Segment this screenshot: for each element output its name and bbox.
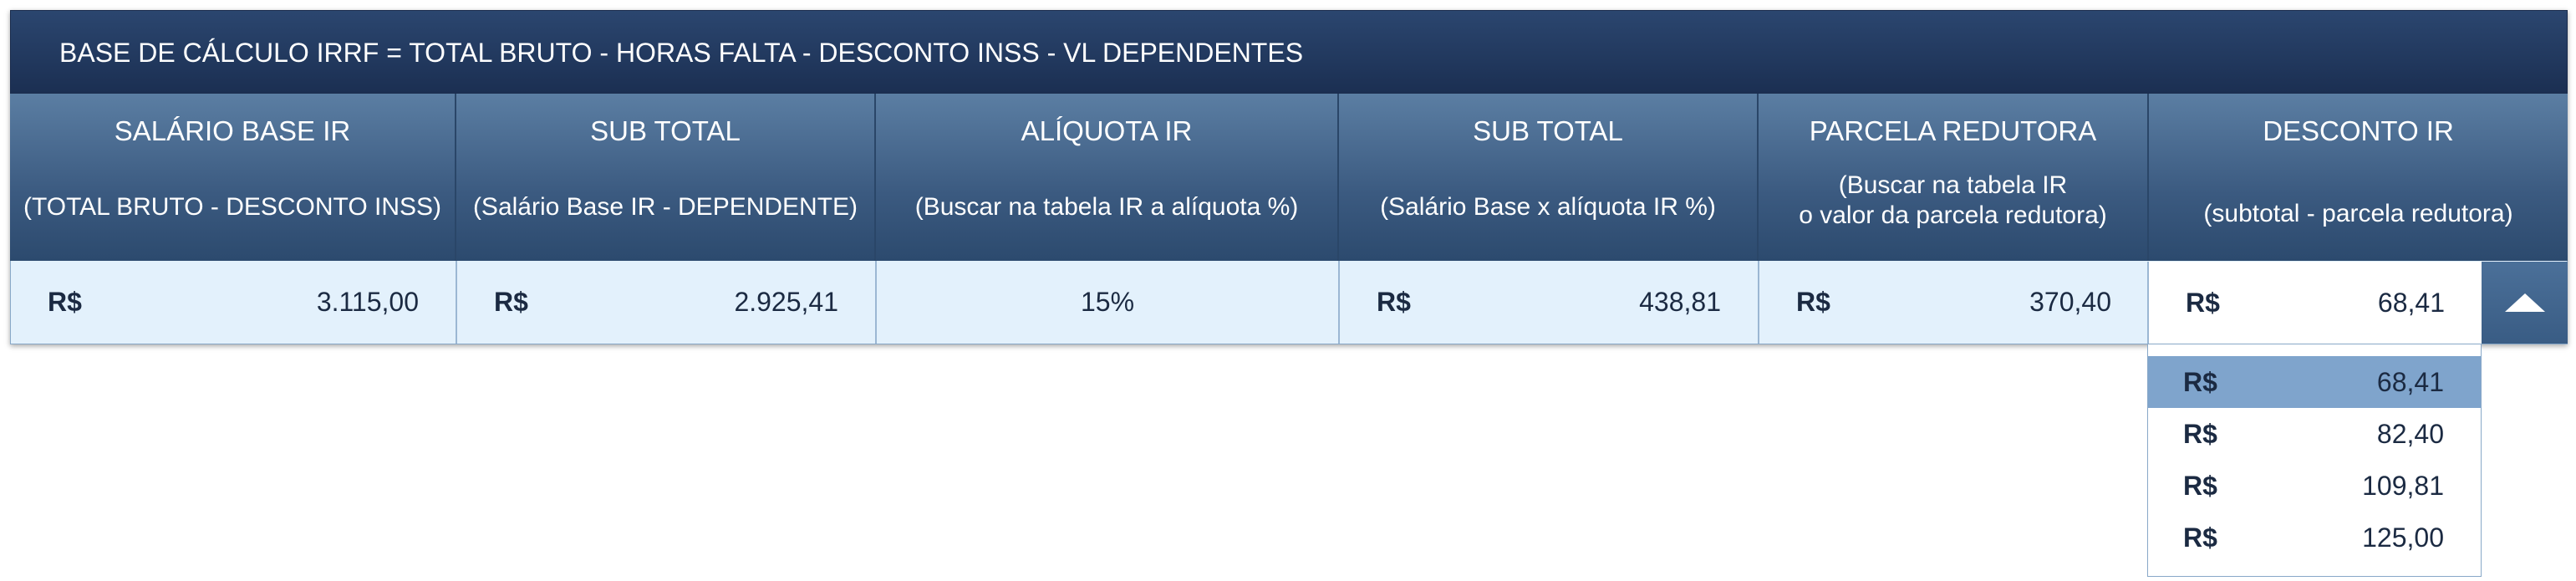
currency-label: R$: [2183, 419, 2217, 449]
header-subtitle: (Buscar na tabela IR o valor da parcela …: [1799, 171, 2107, 229]
value-sub-total-1: R$ 2.925,41: [456, 261, 875, 344]
header-title: SUB TOTAL: [590, 115, 741, 146]
dropdown-option[interactable]: R$ 125,00: [2148, 512, 2481, 563]
header-subtitle: (subtotal - parcela redutora): [2203, 200, 2513, 227]
amount-value: 2.925,41: [734, 287, 838, 317]
currency-label: R$: [1377, 287, 1411, 317]
value-sub-total-2: R$ 438,81: [1338, 261, 1758, 344]
title-bar: BASE DE CÁLCULO IRRF = TOTAL BRUTO - HOR…: [10, 10, 2568, 94]
value-salario-base-ir: R$ 3.115,00: [11, 261, 456, 344]
option-value: 125,00: [2362, 522, 2444, 553]
header-title: ALÍQUOTA IR: [1021, 115, 1193, 146]
currency-label: R$: [2183, 471, 2217, 501]
amount-value: 438,81: [1639, 287, 1721, 317]
dropdown-toggle-button[interactable]: [2482, 262, 2568, 344]
header-sub-total-2: SUB TOTAL (Salário Base x alíquota IR %): [1337, 94, 1757, 261]
selected-value: 68,41: [2377, 288, 2445, 318]
header-parcela-redutora: PARCELA REDUTORA (Buscar na tabela IR o …: [1757, 94, 2147, 261]
percent-value: 15%: [1080, 287, 1135, 317]
dropdown-option[interactable]: R$ 82,40: [2148, 408, 2481, 460]
option-value: 82,40: [2376, 419, 2444, 449]
amount-value: 3.115,00: [316, 287, 419, 317]
header-title: PARCELA REDUTORA: [1809, 115, 2097, 146]
dropdown-option[interactable]: R$ 109,81: [2148, 460, 2481, 512]
header-subtitle: (TOTAL BRUTO - DESCONTO INSS): [23, 193, 442, 221]
header-sub-total-1: SUB TOTAL (Salário Base IR - DEPENDENTE): [455, 94, 874, 261]
value-aliquota-ir: 15%: [875, 261, 1338, 344]
desconto-ir-combobox[interactable]: R$ 68,41: [2147, 262, 2482, 344]
option-value: 109,81: [2362, 471, 2444, 501]
dropdown-option[interactable]: R$ 68,41: [2148, 356, 2481, 408]
header-row: SALÁRIO BASE IR (TOTAL BRUTO - DESCONTO …: [10, 94, 2568, 261]
header-subtitle: (Salário Base x alíquota IR %): [1380, 193, 1716, 221]
header-aliquota-ir: ALÍQUOTA IR (Buscar na tabela IR a alíqu…: [874, 94, 1337, 261]
currency-label: R$: [48, 287, 82, 317]
amount-value: 370,40: [2029, 287, 2111, 317]
option-value: 68,41: [2376, 367, 2444, 397]
triangle-up-icon: [2505, 293, 2545, 312]
panel-title: BASE DE CÁLCULO IRRF = TOTAL BRUTO - HOR…: [59, 38, 1304, 68]
value-parcela-redutora: R$ 370,40: [1758, 261, 2148, 344]
header-salario-base-ir: SALÁRIO BASE IR (TOTAL BRUTO - DESCONTO …: [10, 94, 455, 261]
desconto-ir-dropdown-list: R$ 68,41 R$ 82,40 R$ 109,81 R$ 125,00: [2147, 344, 2482, 577]
currency-label: R$: [2183, 367, 2217, 397]
header-desconto-ir: DESCONTO IR (subtotal - parcela redutora…: [2147, 94, 2568, 261]
irrf-calculation-panel: BASE DE CÁLCULO IRRF = TOTAL BRUTO - HOR…: [10, 10, 2568, 344]
header-title: SUB TOTAL: [1473, 115, 1623, 146]
header-subtitle: (Buscar na tabela IR a alíquota %): [914, 193, 1299, 221]
header-subtitle: (Salário Base IR - DEPENDENTE): [472, 193, 858, 221]
currency-label: R$: [494, 287, 528, 317]
currency-label: R$: [2183, 522, 2217, 553]
currency-label: R$: [1796, 287, 1830, 317]
header-title: SALÁRIO BASE IR: [114, 115, 351, 146]
header-title: DESCONTO IR: [2263, 115, 2454, 146]
currency-label: R$: [2186, 288, 2220, 318]
